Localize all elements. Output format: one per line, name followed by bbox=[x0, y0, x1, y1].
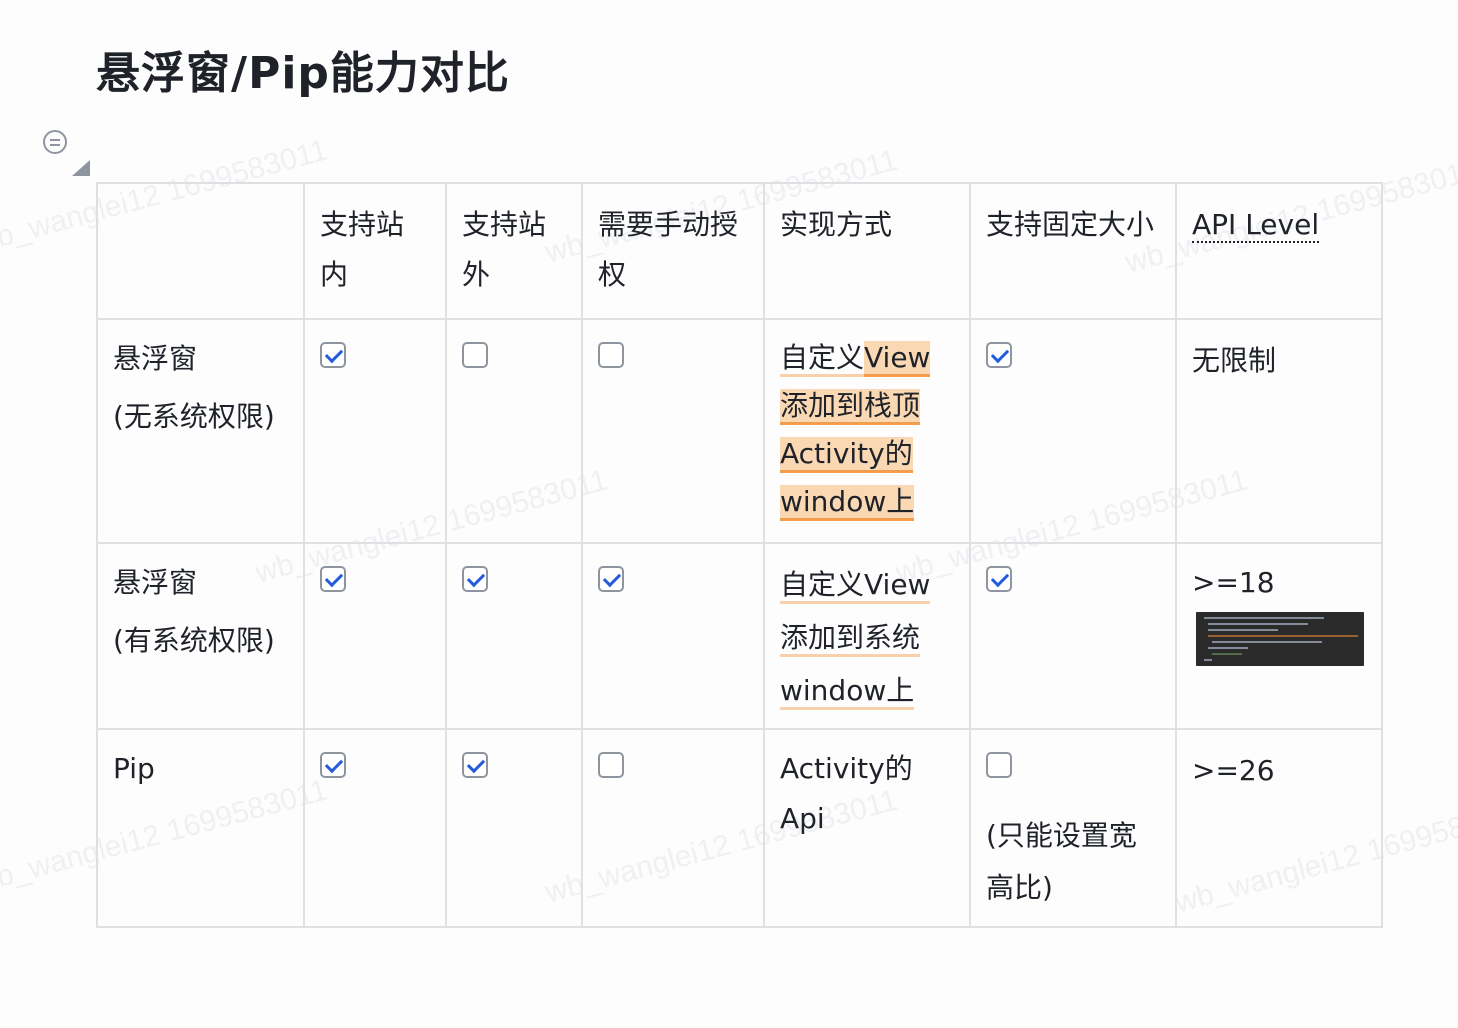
checkbox-icon[interactable] bbox=[462, 342, 488, 368]
checkbox-icon[interactable] bbox=[598, 566, 624, 592]
cell-implementation[interactable]: 自定义View 添加到系统 window上 bbox=[763, 542, 971, 730]
impl-text: 自定义 bbox=[780, 341, 865, 377]
table-row: 悬浮窗 (有系统权限) 自定义View 添加到系统 window上 >=18 bbox=[96, 542, 1383, 730]
header-label: 实现方式 bbox=[780, 208, 893, 241]
checkbox-icon[interactable] bbox=[320, 342, 346, 368]
cell-api-level[interactable]: 无限制 bbox=[1175, 318, 1383, 544]
checkbox-icon[interactable] bbox=[320, 566, 346, 592]
row-label-cell[interactable]: 悬浮窗 (有系统权限) bbox=[96, 542, 305, 730]
checkbox-icon[interactable] bbox=[598, 342, 624, 368]
checkbox-icon[interactable] bbox=[986, 566, 1012, 592]
row-sublabel: (无系统权限) bbox=[113, 400, 275, 433]
header-label-api-level[interactable]: API Level bbox=[1192, 208, 1320, 243]
impl-text-highlight: 添加到栈顶 bbox=[780, 389, 921, 425]
cell-in-app[interactable] bbox=[303, 318, 447, 544]
header-label: 支持站外 bbox=[462, 208, 547, 291]
impl-text: 自定义View bbox=[780, 568, 931, 604]
cell-manual-auth[interactable] bbox=[581, 728, 765, 928]
api-level-value: >=18 bbox=[1192, 566, 1275, 599]
checkbox-icon[interactable] bbox=[598, 752, 624, 778]
cell-implementation[interactable]: 自定义View 添加到栈顶 Activity的 window上 bbox=[763, 318, 971, 544]
table-header-row: 支持站内 支持站外 需要手动授权 实现方式 支持固定大小 API Level bbox=[96, 182, 1383, 320]
checkbox-icon[interactable] bbox=[462, 566, 488, 592]
row-label: 悬浮窗 bbox=[113, 566, 198, 599]
checkbox-icon[interactable] bbox=[986, 752, 1012, 778]
outline-icon[interactable] bbox=[43, 130, 67, 154]
cell-implementation[interactable]: Activity的Api bbox=[763, 728, 971, 928]
checkbox-icon[interactable] bbox=[320, 752, 346, 778]
impl-text-highlight: Activity的 bbox=[780, 437, 913, 473]
header-label: 需要手动授权 bbox=[598, 208, 739, 291]
header-cell[interactable]: 支持站内 bbox=[303, 182, 447, 320]
checkbox-icon[interactable] bbox=[986, 342, 1012, 368]
api-level-value: >=26 bbox=[1192, 754, 1275, 787]
impl-text-highlight: View bbox=[864, 341, 931, 377]
cell-fixed-size[interactable]: (只能设置宽高比) bbox=[969, 728, 1177, 928]
cell-in-app[interactable] bbox=[303, 728, 447, 928]
cell-fixed-size[interactable] bbox=[969, 542, 1177, 730]
table-row: Pip Activity的Api (只能设置宽高比) >=26 bbox=[96, 728, 1383, 928]
row-label: 悬浮窗 bbox=[113, 342, 198, 375]
impl-text: window上 bbox=[780, 674, 915, 710]
cell-out-app[interactable] bbox=[445, 318, 583, 544]
cell-api-level[interactable]: >=26 bbox=[1175, 728, 1383, 928]
row-label-cell[interactable]: 悬浮窗 (无系统权限) bbox=[96, 318, 305, 544]
cell-fixed-size[interactable] bbox=[969, 318, 1177, 544]
header-cell[interactable]: 需要手动授权 bbox=[581, 182, 765, 320]
header-cell[interactable]: API Level bbox=[1175, 182, 1383, 320]
table-resize-icon[interactable] bbox=[72, 160, 90, 176]
header-cell[interactable]: 实现方式 bbox=[763, 182, 971, 320]
row-label: Pip bbox=[113, 752, 155, 785]
header-label: 支持固定大小 bbox=[986, 208, 1155, 241]
comparison-table: 支持站内 支持站外 需要手动授权 实现方式 支持固定大小 API Level 悬… bbox=[96, 182, 1383, 928]
cell-api-level[interactable]: >=18 bbox=[1175, 542, 1383, 730]
row-sublabel: (有系统权限) bbox=[113, 624, 275, 657]
cell-in-app[interactable] bbox=[303, 542, 447, 730]
impl-text: 添加到系统 bbox=[780, 621, 921, 657]
checkbox-icon[interactable] bbox=[462, 752, 488, 778]
fixed-size-note: (只能设置宽高比) bbox=[986, 819, 1137, 904]
impl-text-highlight: window上 bbox=[780, 485, 915, 521]
header-cell-empty[interactable] bbox=[96, 182, 305, 320]
cell-manual-auth[interactable] bbox=[581, 318, 765, 544]
api-level-value: 无限制 bbox=[1192, 344, 1277, 377]
header-cell[interactable]: 支持固定大小 bbox=[969, 182, 1177, 320]
code-screenshot-thumbnail[interactable] bbox=[1196, 612, 1364, 666]
cell-manual-auth[interactable] bbox=[581, 542, 765, 730]
cell-out-app[interactable] bbox=[445, 542, 583, 730]
cell-out-app[interactable] bbox=[445, 728, 583, 928]
table-row: 悬浮窗 (无系统权限) 自定义View 添加到栈顶 Activity的 wind… bbox=[96, 318, 1383, 544]
header-label: 支持站内 bbox=[320, 208, 405, 291]
row-label-cell[interactable]: Pip bbox=[96, 728, 305, 928]
impl-text: Activity的Api bbox=[780, 752, 913, 835]
page-title: 悬浮窗/Pip能力对比 bbox=[96, 48, 510, 99]
header-cell[interactable]: 支持站外 bbox=[445, 182, 583, 320]
